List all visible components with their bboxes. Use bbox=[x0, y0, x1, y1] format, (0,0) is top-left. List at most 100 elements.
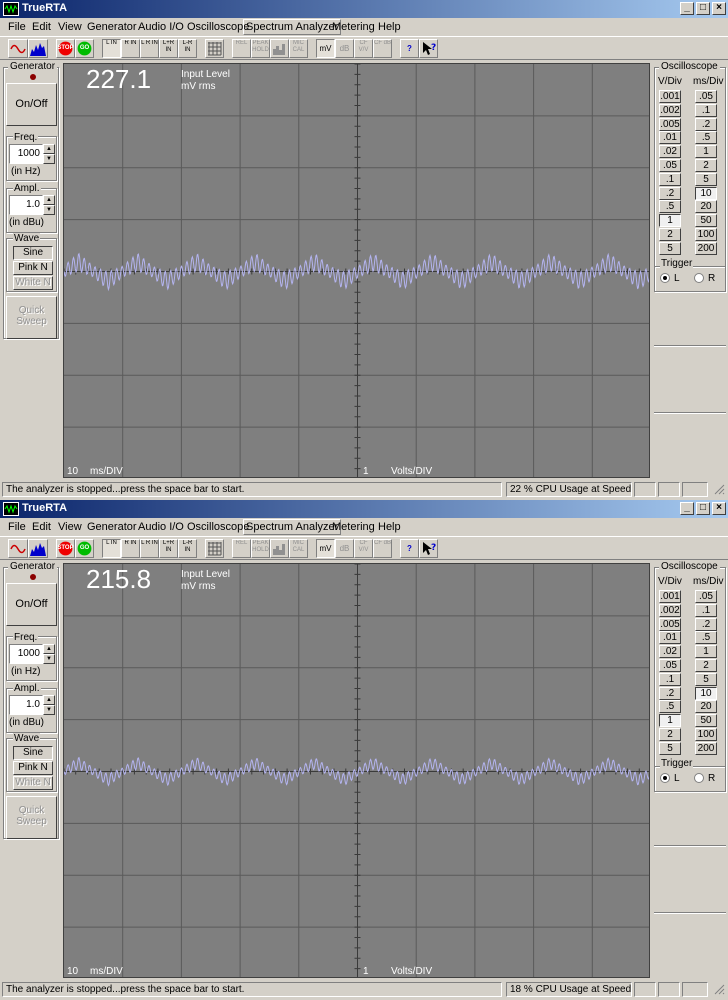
sine-wave-button[interactable]: Sine bbox=[13, 746, 53, 760]
trigger-left-radio[interactable] bbox=[660, 273, 670, 283]
grid-icon[interactable] bbox=[205, 539, 224, 558]
msdiv-button[interactable]: 20 bbox=[695, 200, 717, 214]
vdiv-button[interactable]: .005 bbox=[659, 117, 681, 131]
msdiv-button[interactable]: 1 bbox=[695, 145, 717, 159]
rel-button[interactable]: REL bbox=[232, 539, 251, 558]
msdiv-button[interactable]: 5 bbox=[695, 672, 717, 686]
sum-input-button[interactable]: L+R IN bbox=[159, 39, 178, 58]
ampl-field[interactable]: 1.0 bbox=[9, 195, 43, 215]
maximize-icon[interactable]: □ bbox=[696, 2, 710, 15]
average-icon[interactable] bbox=[270, 39, 289, 58]
vdiv-button[interactable]: .2 bbox=[659, 186, 681, 200]
left-input-button[interactable]: L IN bbox=[102, 39, 121, 58]
close-icon[interactable]: × bbox=[712, 502, 726, 515]
msdiv-button[interactable]: .05 bbox=[695, 590, 717, 603]
menu-oscilloscope[interactable]: Oscilloscope bbox=[187, 521, 249, 533]
db-button[interactable]: dB bbox=[340, 544, 350, 553]
context-help-icon[interactable]: ? bbox=[419, 539, 438, 558]
menu-spectrum-analyzer[interactable]: Spectrum Analyzer bbox=[243, 519, 342, 535]
vdiv-button[interactable]: .5 bbox=[659, 200, 681, 214]
freq-up-icon[interactable]: ▲ bbox=[43, 144, 55, 154]
menu-generator[interactable]: Generator bbox=[87, 521, 137, 533]
freq-down-icon[interactable]: ▼ bbox=[43, 154, 55, 164]
crest-factor-vv-button[interactable]: CF V/V bbox=[354, 39, 373, 58]
resize-grip-icon[interactable] bbox=[710, 482, 726, 497]
ampl-down-icon[interactable]: ▼ bbox=[43, 705, 55, 715]
freq-up-icon[interactable]: ▲ bbox=[43, 644, 55, 654]
vdiv-button[interactable]: 5 bbox=[659, 241, 681, 255]
right-input-button[interactable]: R IN bbox=[121, 39, 140, 58]
maximize-icon[interactable]: □ bbox=[696, 502, 710, 515]
title-bar[interactable]: TrueRTA _ □ × bbox=[0, 0, 728, 18]
vdiv-button[interactable]: 1 bbox=[659, 214, 681, 228]
msdiv-button[interactable]: 1 bbox=[695, 645, 717, 659]
trigger-right-radio[interactable] bbox=[694, 773, 704, 783]
resize-grip-icon[interactable] bbox=[710, 982, 726, 997]
db-button[interactable]: dB bbox=[340, 44, 350, 53]
pink-noise-button[interactable]: Pink N bbox=[13, 761, 53, 775]
freq-spinner[interactable]: 1000 ▲ ▼ bbox=[9, 644, 55, 664]
menu-metering[interactable]: Metering bbox=[332, 21, 375, 33]
sine-wave-button[interactable]: Sine bbox=[13, 246, 53, 260]
menu-file[interactable]: File bbox=[8, 521, 26, 533]
title-bar[interactable]: TrueRTA _ □ × bbox=[0, 500, 728, 518]
ampl-up-icon[interactable]: ▲ bbox=[43, 195, 55, 205]
vdiv-button[interactable]: .002 bbox=[659, 603, 681, 617]
scope-mode-icon[interactable] bbox=[8, 39, 28, 58]
left-input-button[interactable]: L IN bbox=[102, 539, 121, 558]
ampl-up-icon[interactable]: ▲ bbox=[43, 695, 55, 705]
vdiv-button[interactable]: .1 bbox=[659, 172, 681, 186]
right-input-button[interactable]: R IN bbox=[121, 539, 140, 558]
msdiv-button[interactable]: .1 bbox=[695, 603, 717, 617]
mv-button[interactable]: mV bbox=[320, 544, 332, 553]
ampl-field[interactable]: 1.0 bbox=[9, 695, 43, 715]
crest-factor-vv-button[interactable]: CF V/V bbox=[354, 539, 373, 558]
menu-generator[interactable]: Generator bbox=[87, 21, 137, 33]
vdiv-button[interactable]: .05 bbox=[659, 659, 681, 672]
crest-factor-db-button[interactable]: CF dB bbox=[373, 39, 392, 58]
menu-audio-io[interactable]: Audio I/O bbox=[138, 521, 184, 533]
mic-cal-button[interactable]: MIC CAL bbox=[289, 539, 308, 558]
msdiv-button[interactable]: 100 bbox=[695, 728, 717, 741]
vdiv-button[interactable]: .5 bbox=[659, 700, 681, 714]
close-icon[interactable]: × bbox=[712, 2, 726, 15]
vdiv-button[interactable]: .1 bbox=[659, 672, 681, 686]
rta-mode-icon[interactable] bbox=[28, 539, 48, 558]
left-right-input-button[interactable]: L R IN bbox=[140, 39, 159, 58]
generator-onoff-button[interactable]: On/Off bbox=[6, 583, 57, 626]
rel-button[interactable]: REL bbox=[232, 39, 251, 58]
msdiv-button[interactable]: 100 bbox=[695, 228, 717, 241]
msdiv-button[interactable]: 200 bbox=[695, 741, 717, 755]
generator-onoff-button[interactable]: On/Off bbox=[6, 83, 57, 126]
vdiv-button[interactable]: 1 bbox=[659, 714, 681, 728]
ampl-down-icon[interactable]: ▼ bbox=[43, 205, 55, 215]
freq-spinner[interactable]: 1000 ▲ ▼ bbox=[9, 144, 55, 164]
menu-help[interactable]: Help bbox=[378, 521, 401, 533]
msdiv-button[interactable]: 20 bbox=[695, 700, 717, 714]
vdiv-button[interactable]: .02 bbox=[659, 645, 681, 659]
minimize-icon[interactable]: _ bbox=[680, 2, 694, 15]
go-button[interactable]: GO bbox=[75, 39, 94, 58]
menu-metering[interactable]: Metering bbox=[332, 521, 375, 533]
vdiv-button[interactable]: .001 bbox=[659, 590, 681, 603]
stop-button[interactable]: STOP bbox=[56, 539, 75, 558]
crest-factor-db-button[interactable]: CF dB bbox=[373, 539, 392, 558]
scope-mode-icon[interactable] bbox=[8, 539, 28, 558]
vdiv-button[interactable]: .005 bbox=[659, 617, 681, 631]
quick-sweep-button[interactable]: Quick Sweep bbox=[6, 796, 57, 839]
vdiv-button[interactable]: .05 bbox=[659, 159, 681, 172]
ampl-spinner[interactable]: 1.0 ▲ ▼ bbox=[9, 195, 55, 215]
vdiv-button[interactable]: .001 bbox=[659, 90, 681, 103]
msdiv-button[interactable]: .5 bbox=[695, 131, 717, 145]
msdiv-button[interactable]: 10 bbox=[695, 686, 717, 700]
menu-spectrum-analyzer[interactable]: Spectrum Analyzer bbox=[243, 19, 342, 35]
vdiv-button[interactable]: 5 bbox=[659, 741, 681, 755]
msdiv-button[interactable]: 2 bbox=[695, 159, 717, 172]
vdiv-button[interactable]: .01 bbox=[659, 131, 681, 145]
difference-input-button[interactable]: L-R IN bbox=[178, 539, 197, 558]
help-button[interactable]: ? bbox=[407, 44, 412, 53]
menu-audio-io[interactable]: Audio I/O bbox=[138, 21, 184, 33]
peak-hold-button[interactable]: PEAK HOLD bbox=[251, 539, 270, 558]
menu-view[interactable]: View bbox=[58, 21, 82, 33]
mic-cal-button[interactable]: MIC CAL bbox=[289, 39, 308, 58]
